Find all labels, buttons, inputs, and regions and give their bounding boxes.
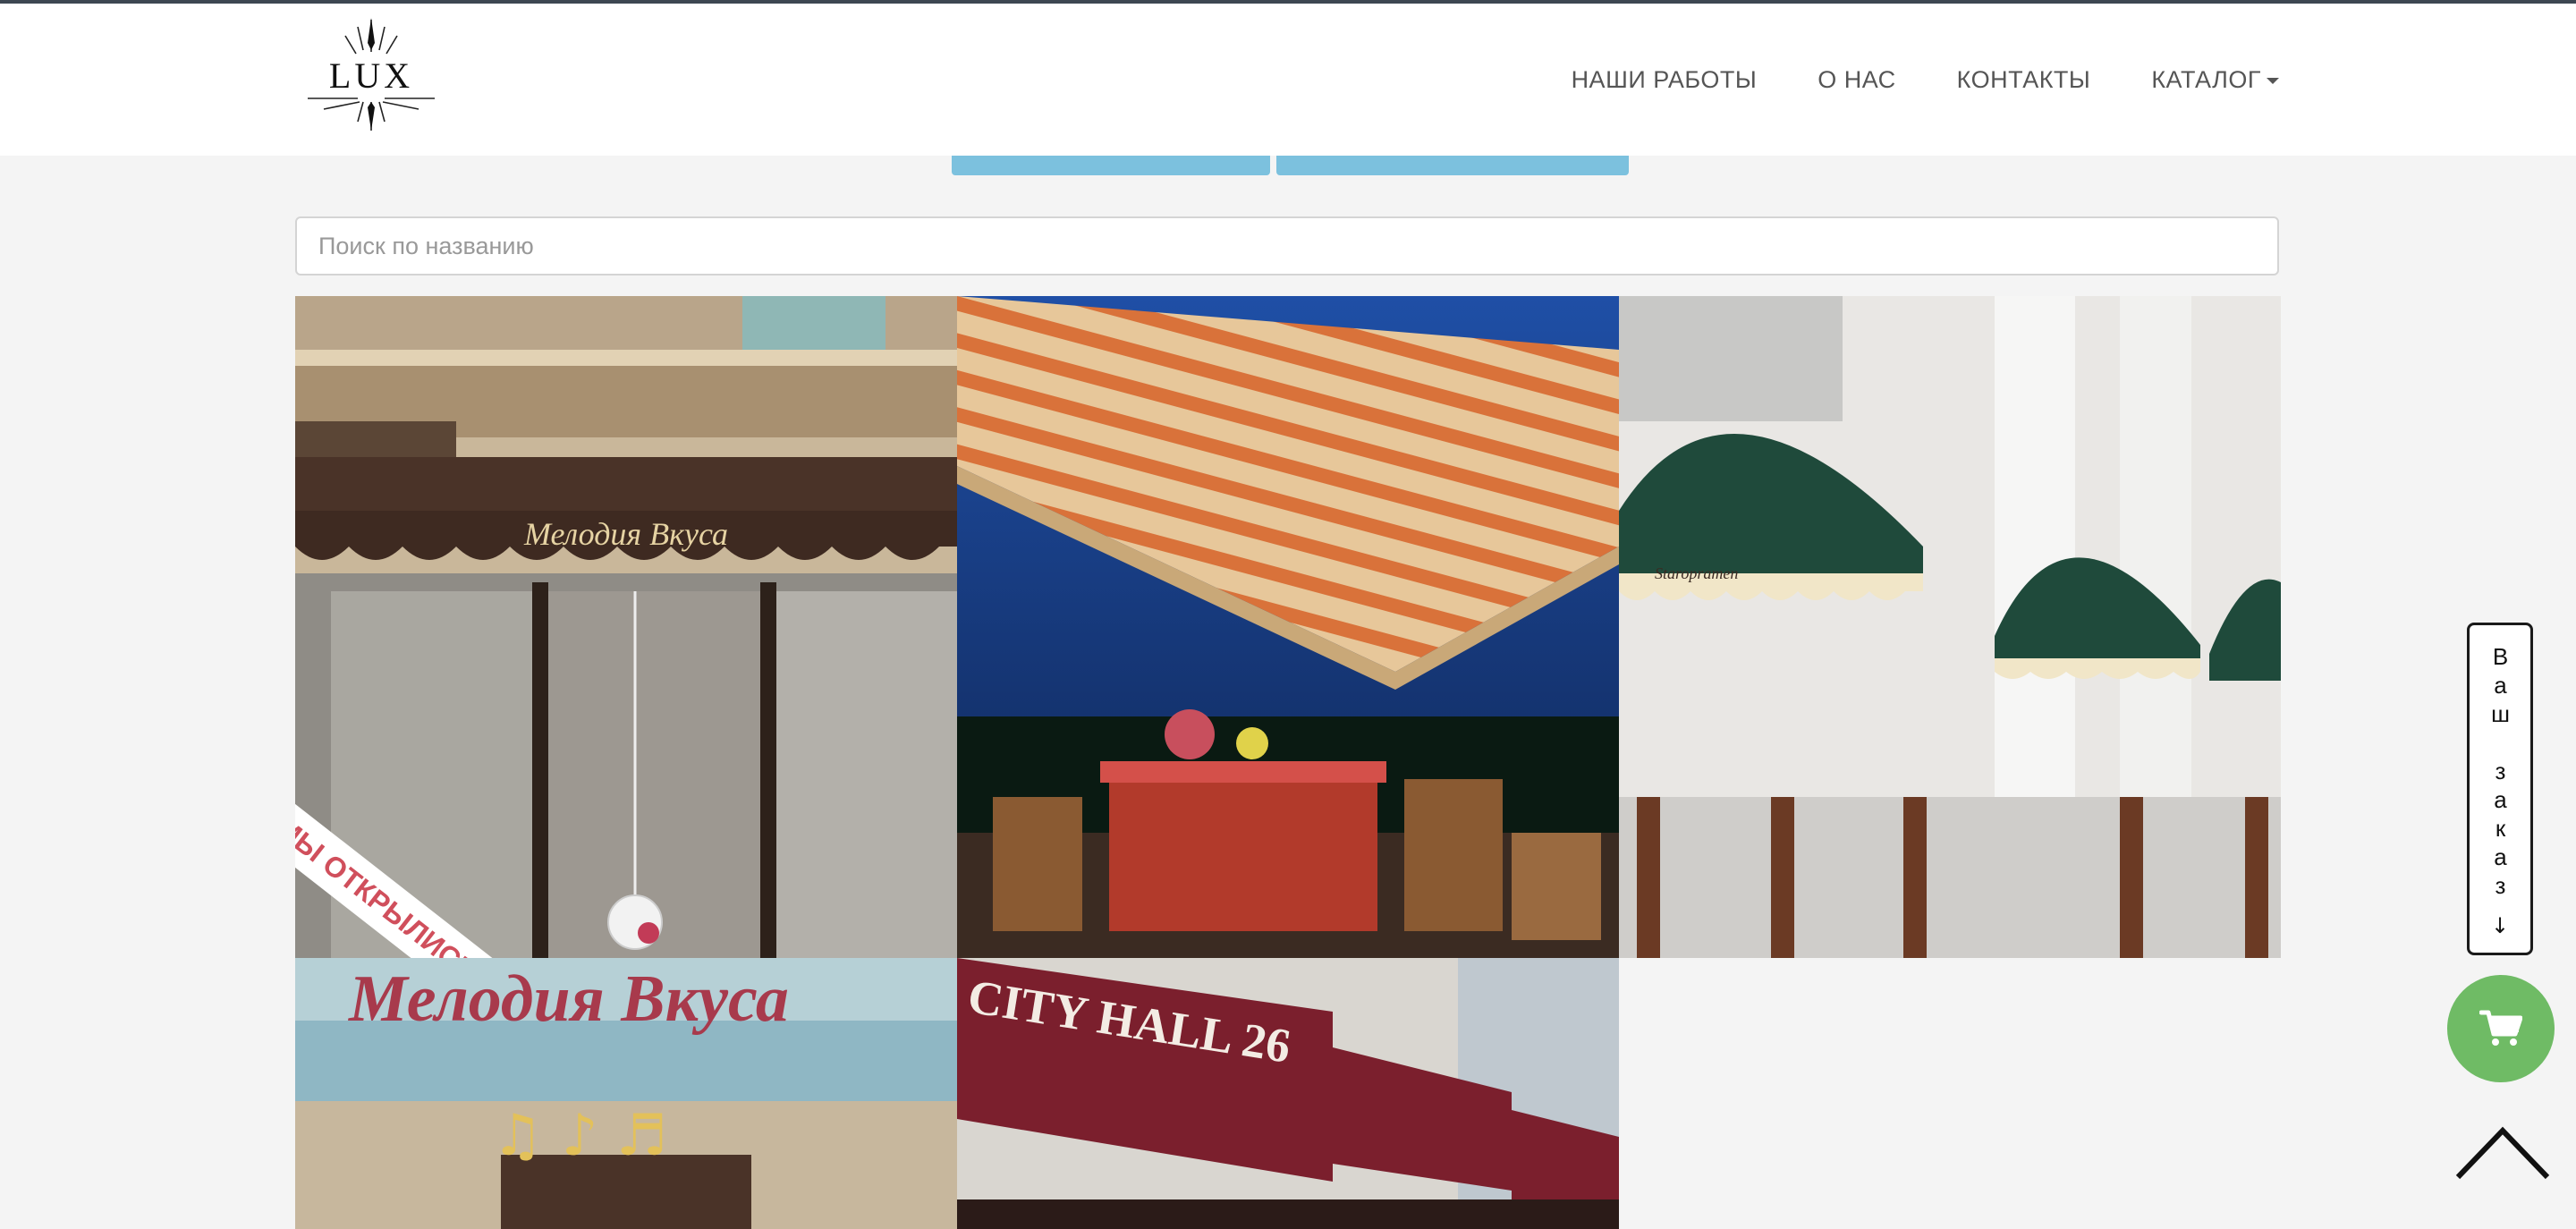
caret-down-icon	[2267, 78, 2279, 85]
nav-catalog-label: КАТАЛОГ	[2151, 66, 2261, 93]
gallery-item[interactable]	[957, 296, 1619, 958]
nav-our-works[interactable]: НАШИ РАБОТЫ	[1572, 66, 1758, 94]
tile-signage: Staropramen	[1655, 564, 1738, 582]
navbar: LUX НАШИ РАБОТЫ О НАС КОНТАКТЫ КАТАЛОГ	[0, 4, 2576, 156]
tile-signage: Мелодия Вкуса	[523, 516, 728, 552]
search-input[interactable]	[295, 216, 2279, 275]
arrow-down-icon: ↓	[2490, 913, 2510, 938]
nav-catalog[interactable]: КАТАЛОГ	[2151, 66, 2279, 94]
logo[interactable]: LUX	[304, 16, 438, 132]
gallery-item[interactable]: Staropramen	[1619, 296, 2281, 958]
shopping-cart-icon	[2479, 1010, 2522, 1046]
order-panel-tab[interactable]: Ваш заказ ↓	[2467, 623, 2533, 955]
logo-text: LUX	[329, 55, 413, 96]
nav-contacts[interactable]: КОНТАКТЫ	[1957, 66, 2091, 94]
cart-button[interactable]	[2447, 975, 2555, 1082]
chevron-up-icon	[2455, 1126, 2550, 1180]
gallery-item[interactable]: Мелодия Вкуса ♫ ♪ ♬	[295, 958, 957, 1229]
gallery-item[interactable]: Мелодия Вкуса МЫ ОТКРЫЛИСЬ	[295, 296, 957, 958]
nav-about[interactable]: О НАС	[1818, 66, 1895, 94]
tile-signage: Мелодия Вкуса	[348, 962, 789, 1036]
gallery-item[interactable]: CITY HALL 26	[957, 958, 1619, 1229]
nav-menu: НАШИ РАБОТЫ О НАС КОНТАКТЫ КАТАЛОГ	[1572, 66, 2279, 94]
svg-text:♫ ♪ ♬: ♫ ♪ ♬	[492, 1103, 667, 1169]
order-panel-label: Ваш заказ	[2487, 643, 2514, 901]
scroll-top-button[interactable]	[2454, 1122, 2551, 1184]
